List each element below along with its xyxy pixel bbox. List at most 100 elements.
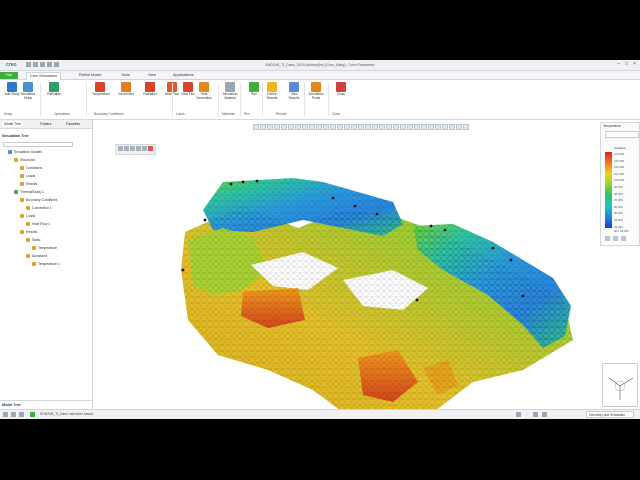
- run-button[interactable]: Run: [246, 82, 262, 97]
- temperature-button[interactable]: Temperature: [92, 82, 110, 97]
- tab-creo-simulation[interactable]: Creo Simulation: [26, 72, 62, 80]
- ribbon-button-label: Simulation Probe: [308, 92, 324, 100]
- thermal-result-model[interactable]: [93, 120, 640, 409]
- ribbon-separator: [172, 83, 173, 116]
- sim-tree-search-input[interactable]: [3, 142, 73, 147]
- legend-tick-label: 93.000: [614, 224, 623, 229]
- simulation-setup-button[interactable]: Simulation Setup: [20, 82, 36, 100]
- legend-unit: (Celsius): [614, 146, 626, 150]
- simulation-material-button[interactable]: Simulation Material: [222, 82, 238, 100]
- graphics-area[interactable]: Temperature (Celsius) 104.000 103.000 102.…: [93, 120, 640, 409]
- sim-tree-label: Static: [32, 238, 41, 242]
- legend-tools: [605, 236, 626, 241]
- ribbon-button-label: Heat Flux: [181, 92, 195, 96]
- run-icon: [249, 82, 259, 92]
- sim-tree-label: Temperature: [38, 246, 58, 250]
- fullscreen-icon[interactable]: [19, 412, 24, 417]
- sim-tree-item[interactable]: Boundary Conditions: [20, 197, 57, 203]
- sim-tree-item[interactable]: Temperature: [32, 245, 57, 251]
- refinable-button[interactable]: Refinable: [46, 82, 62, 97]
- simulation-probe-button[interactable]: Simulation Probe: [308, 82, 324, 100]
- tree-node-icon: [20, 198, 24, 203]
- maximize-icon[interactable]: □: [625, 62, 628, 67]
- heat-generation-button[interactable]: Heat Generation: [196, 82, 212, 100]
- define-results-button[interactable]: Define Results: [264, 82, 280, 100]
- tab-refine-model[interactable]: Refine Model: [76, 72, 104, 79]
- legend-tick-label: 97.000: [614, 198, 623, 203]
- ribbon-button-label: Temperature: [92, 92, 110, 96]
- tree-node-icon: [20, 182, 24, 187]
- ribbon-group-label: Loads: [176, 112, 185, 116]
- legend-settings-icon[interactable]: [605, 236, 610, 241]
- tab-model-tree[interactable]: Model Tree: [2, 121, 23, 127]
- view-results-icon: [289, 82, 299, 92]
- tab-file[interactable]: File: [0, 72, 18, 79]
- tab-applications[interactable]: Applications: [170, 72, 196, 79]
- sim-tree-item[interactable]: ThermalStudy 1: [14, 189, 44, 195]
- radiation-icon: [145, 82, 155, 92]
- model-tree-title: Model Tree: [2, 403, 21, 407]
- legend-tick-label: 102.000: [614, 165, 625, 170]
- tab-view[interactable]: View: [145, 72, 159, 79]
- legend-tick-label: 95.000: [614, 211, 623, 216]
- setup-icon: [23, 82, 33, 92]
- tab-favorites[interactable]: Favorites: [64, 121, 82, 127]
- close-button[interactable]: Close: [333, 82, 349, 97]
- tree-node-icon: [20, 166, 24, 171]
- selection-filter-select[interactable]: Geometry and Simulation: [586, 411, 634, 418]
- tree-node-icon: [14, 190, 18, 195]
- sim-tree-item[interactable]: Structural: [14, 157, 35, 163]
- convection-button[interactable]: Convection: [118, 82, 134, 97]
- close-icon: [336, 82, 346, 92]
- sim-tree-item[interactable]: Loads: [20, 173, 35, 179]
- regenerate-icon[interactable]: [516, 412, 521, 417]
- selection-icon[interactable]: [533, 412, 538, 417]
- close-window-icon[interactable]: ×: [633, 62, 636, 67]
- window-title: SHD2V8_TI_Dann_5215 (Active)(tm) [Creo_B…: [265, 63, 375, 67]
- tab-tools[interactable]: Tools: [118, 72, 133, 79]
- ribbon-button-label: Convection: [118, 92, 134, 96]
- heat-flux-button[interactable]: Heat Flux: [180, 82, 196, 97]
- sim-tree-item[interactable]: Temperature 1: [32, 261, 60, 267]
- legend-quantity-select[interactable]: [605, 131, 639, 138]
- sim-tree-item[interactable]: Conditions: [20, 165, 42, 171]
- orientation-triad: [602, 363, 638, 407]
- sim-tree-item[interactable]: Advanced: [26, 253, 47, 259]
- tree-node-icon: [26, 238, 30, 243]
- selection-mode-icon[interactable]: [542, 412, 547, 417]
- ribbon-separator: [218, 83, 219, 116]
- radiation-button[interactable]: Radiation: [142, 82, 158, 97]
- legend-reset-icon[interactable]: [621, 236, 626, 241]
- add-study-button[interactable]: Add Study: [4, 82, 20, 97]
- tab-folders[interactable]: Folders: [38, 121, 53, 127]
- sim-tree-item[interactable]: Results: [20, 181, 37, 187]
- sim-tree-label: Loads: [26, 214, 36, 218]
- tree-node-icon: [8, 150, 12, 155]
- sim-tree-item[interactable]: Loads: [20, 213, 35, 219]
- probe-icon: [311, 82, 321, 92]
- sim-tree-item[interactable]: Convection 1: [26, 205, 52, 211]
- add-icon: [7, 82, 17, 92]
- sim-tree-label: Conditions: [26, 166, 43, 170]
- ribbon-group-label: Setup: [4, 112, 13, 116]
- sim-tree-label: Boundary Conditions: [26, 198, 58, 202]
- sim-tree-item[interactable]: Heat Flow 1: [26, 221, 50, 227]
- browser-icon[interactable]: [11, 412, 16, 417]
- ribbon-button-label: View Results: [288, 92, 300, 100]
- material-icon: [225, 82, 235, 92]
- temperature-icon: [95, 82, 105, 92]
- legend-min: Min: 93.000: [614, 229, 629, 233]
- ribbon-group-label: Materials: [222, 112, 235, 116]
- legend-format-icon[interactable]: [613, 236, 618, 241]
- navigator-icon[interactable]: [3, 412, 8, 417]
- ribbon-separator: [86, 83, 87, 116]
- sim-tree-item[interactable]: Results: [20, 229, 37, 235]
- ribbon-separator: [240, 83, 241, 116]
- ribbon-group-label: Operations: [54, 112, 70, 116]
- minimize-icon[interactable]: –: [617, 62, 620, 67]
- simulation-tree-title: Simulation Tree: [2, 134, 29, 138]
- sim-tree-item[interactable]: Simulation Studies: [8, 149, 42, 155]
- title-bar: creo SHD2V8_TI_Dann_5215 (Active)(tm) [C…: [0, 60, 640, 71]
- view-results-button[interactable]: View Results: [286, 82, 302, 100]
- sim-tree-item[interactable]: Static: [26, 237, 40, 243]
